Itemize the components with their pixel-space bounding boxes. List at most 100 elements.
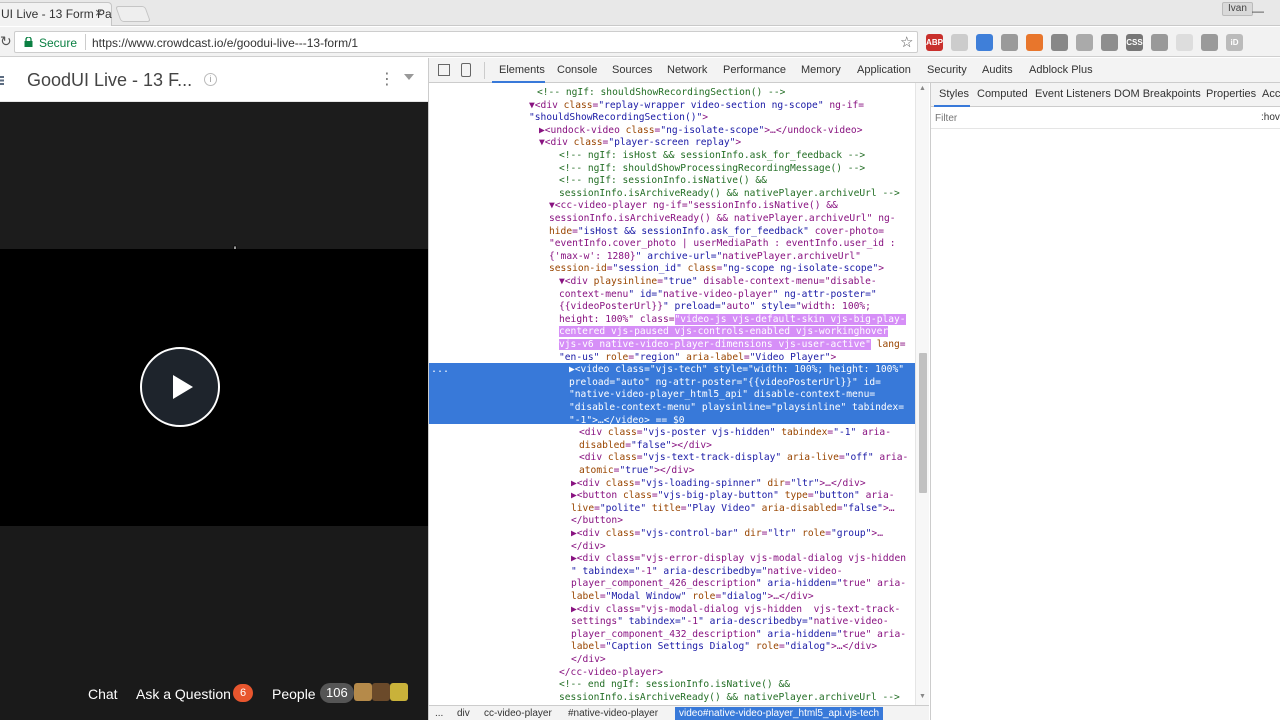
styles-tab-properties[interactable]: Properties [1206, 88, 1256, 100]
scroll-thumb[interactable] [919, 353, 927, 493]
profile-button[interactable]: Ivan [1222, 2, 1253, 16]
code-line[interactable]: preload="auto" ng-attr-poster="{{videoPo… [569, 377, 881, 390]
code-line[interactable]: "native-video-player_html5_api" disable-… [569, 389, 875, 402]
color-wheel-icon[interactable] [976, 33, 993, 51]
code-line[interactable]: ▼<cc-video-player ng-if="sessionInfo.isN… [549, 200, 838, 213]
code-line[interactable]: <!-- end ngIf: sessionInfo.isNative() && [559, 679, 790, 692]
code-line[interactable]: sessionInfo.isArchiveReady() && nativePl… [559, 188, 900, 201]
browser-tab[interactable]: UI Live - 13 Form Pa × [0, 2, 112, 26]
code-line[interactable]: <!-- ngIf: shouldShowProcessingRecording… [559, 163, 865, 176]
styles-tab-styles[interactable]: Styles [939, 88, 969, 100]
url-text[interactable]: https://www.crowdcast.io/e/goodui-live--… [92, 36, 358, 50]
adblock-icon[interactable]: ABP [926, 33, 943, 51]
code-line[interactable]: <div class="vjs-text-track-display" aria… [579, 452, 908, 465]
code-line[interactable]: ▶<div class="vjs-loading-spinner" dir="l… [571, 478, 866, 491]
code-line[interactable]: "shouldShowRecordingSection()"> [529, 112, 708, 125]
chevron-down-icon[interactable] [404, 74, 414, 80]
code-line[interactable]: live="polite" title="Play Video" aria-di… [571, 503, 895, 516]
scroll-up-icon[interactable]: ▲ [919, 85, 926, 92]
code-line[interactable]: "en-us" role="region" aria-label="Video … [559, 352, 836, 365]
devtools-tab-memory[interactable]: Memory [801, 64, 841, 76]
code-line[interactable]: settings" tabindex="-1" aria-describedby… [571, 616, 889, 629]
new-tab-button[interactable] [115, 6, 151, 22]
elements-tree[interactable]: ... <!-- ngIf: shouldShowRecordingSectio… [429, 83, 915, 705]
code-line[interactable]: ▶<video class="vjs-tech" style="width: 1… [569, 364, 904, 377]
minimize-icon[interactable]: — [1252, 4, 1264, 18]
code-line[interactable]: disabled="false"></div> [579, 440, 712, 453]
code-line[interactable]: sessionInfo.isArchiveReady() && nativePl… [559, 692, 900, 705]
avatar[interactable] [390, 683, 408, 701]
code-line[interactable]: " tabindex="-1" aria-describedby="native… [571, 566, 843, 579]
more-options-icon[interactable]: ⋮ [379, 72, 395, 88]
code-line[interactable]: <!-- ngIf: shouldShowRecordingSection() … [537, 87, 785, 100]
node-actions-icon[interactable]: ... [431, 364, 449, 375]
ext-settings-icon[interactable] [1001, 33, 1018, 51]
elements-scrollbar[interactable]: ▲ ▼ [915, 83, 929, 705]
code-line[interactable]: ▼<div class="replay-wrapper video-sectio… [529, 100, 864, 113]
css-icon[interactable]: CSS [1126, 33, 1143, 51]
devtools-tab-performance[interactable]: Performance [723, 64, 786, 76]
code-line[interactable]: </div> [571, 654, 606, 667]
code-line[interactable]: {'max-w': 1280}" archive-url="nativePlay… [549, 251, 861, 264]
bookmark-star-icon[interactable]: ☆ [900, 33, 913, 51]
code-line[interactable]: "-1">…</video> == $0 [569, 415, 685, 428]
code-line[interactable]: </div> [571, 541, 606, 554]
menu-icon[interactable] [0, 75, 10, 85]
code-line[interactable]: ▶<button class="vjs-big-play-button" typ… [571, 490, 895, 503]
ext-dark-icon[interactable] [1051, 33, 1068, 51]
code-line[interactable]: sessionInfo.isArchiveReady() && nativePl… [549, 213, 896, 226]
styles-tab-accessibility[interactable]: Accessibility [1262, 88, 1280, 100]
code-line[interactable]: ▼<div playsinline="true" disable-context… [559, 276, 877, 289]
inspect-element-icon[interactable] [438, 64, 450, 76]
scroll-down-icon[interactable]: ▼ [919, 693, 926, 700]
ext-box-icon[interactable] [1201, 33, 1218, 51]
code-line[interactable]: player_component_432_description" aria-h… [571, 629, 906, 642]
code-line[interactable]: label="Modal Window" role="dialog">…</di… [571, 591, 814, 604]
reload-icon[interactable]: ↻ [0, 33, 12, 50]
address-bar[interactable]: Secure https://www.crowdcast.io/e/goodui… [14, 31, 918, 53]
code-line[interactable]: player_component_426_description" aria-h… [571, 578, 906, 591]
code-line[interactable]: hide="isHost && sessionInfo.ask_for_feed… [549, 226, 884, 239]
ext-orange-icon[interactable] [1026, 33, 1043, 51]
code-line[interactable]: "disable-context-menu" playsinline="play… [569, 402, 904, 415]
devtools-tab-audits[interactable]: Audits [982, 64, 1013, 76]
hover-state-toggle[interactable]: :hov [1261, 112, 1280, 123]
people-tab[interactable]: People [272, 686, 316, 702]
styles-tab-computed[interactable]: Computed [977, 88, 1028, 100]
breadcrumb-item[interactable]: cc-video-player [484, 708, 552, 719]
code-line[interactable]: ▶<div class="vjs-control-bar" dir="ltr" … [571, 528, 883, 541]
video-player[interactable] [0, 249, 428, 526]
styles-tab-dom-breakpoints[interactable]: DOM Breakpoints [1114, 88, 1201, 100]
code-line[interactable]: <div class="vjs-poster vjs-hidden" tabin… [579, 427, 891, 440]
info-icon[interactable]: i [204, 73, 217, 86]
device-toolbar-icon[interactable] [461, 63, 471, 77]
code-line[interactable]: <!-- ngIf: sessionInfo.isNative() && [559, 175, 767, 188]
devtools-tab-elements[interactable]: Elements [499, 64, 545, 76]
puzzle-icon[interactable] [1076, 33, 1093, 51]
download-icon[interactable] [1101, 33, 1118, 51]
styles-tab-event-listeners[interactable]: Event Listeners [1035, 88, 1111, 100]
breadcrumb-item[interactable]: div [457, 708, 470, 719]
code-line[interactable]: </button> [571, 515, 623, 528]
code-line[interactable]: atomic="true"></div> [579, 465, 695, 478]
code-line[interactable]: session-id="session_id" class="ng-scope … [549, 263, 884, 276]
code-line[interactable]: label="Caption Settings Dialog" role="di… [571, 641, 877, 654]
code-line[interactable]: context-menu" id="native-video-player" n… [559, 289, 877, 302]
code-line[interactable]: height: 100%" class="video-js vjs-defaul… [559, 313, 906, 327]
play-button[interactable] [140, 347, 220, 427]
ask-question-tab[interactable]: Ask a Question [136, 686, 231, 702]
devtools-tab-sources[interactable]: Sources [612, 64, 652, 76]
devtools-tab-security[interactable]: Security [927, 64, 967, 76]
avatar[interactable] [372, 683, 390, 701]
styles-filter-input[interactable] [935, 111, 1235, 126]
devtools-tab-adblock-plus[interactable]: Adblock Plus [1029, 64, 1093, 76]
code-line[interactable]: {{videoPosterUrl}}" preload="auto" style… [559, 301, 871, 314]
avatar[interactable] [354, 683, 372, 701]
tab-close-icon[interactable]: × [95, 5, 103, 20]
code-line[interactable]: <!-- ngIf: isHost && sessionInfo.ask_for… [559, 150, 865, 163]
devtools-tab-console[interactable]: Console [557, 64, 597, 76]
breadcrumb-item[interactable]: ... [435, 708, 443, 719]
devtools-tab-network[interactable]: Network [667, 64, 707, 76]
breadcrumb-item[interactable]: #native-video-player [568, 708, 658, 719]
chat-tab[interactable]: Chat [88, 686, 118, 702]
